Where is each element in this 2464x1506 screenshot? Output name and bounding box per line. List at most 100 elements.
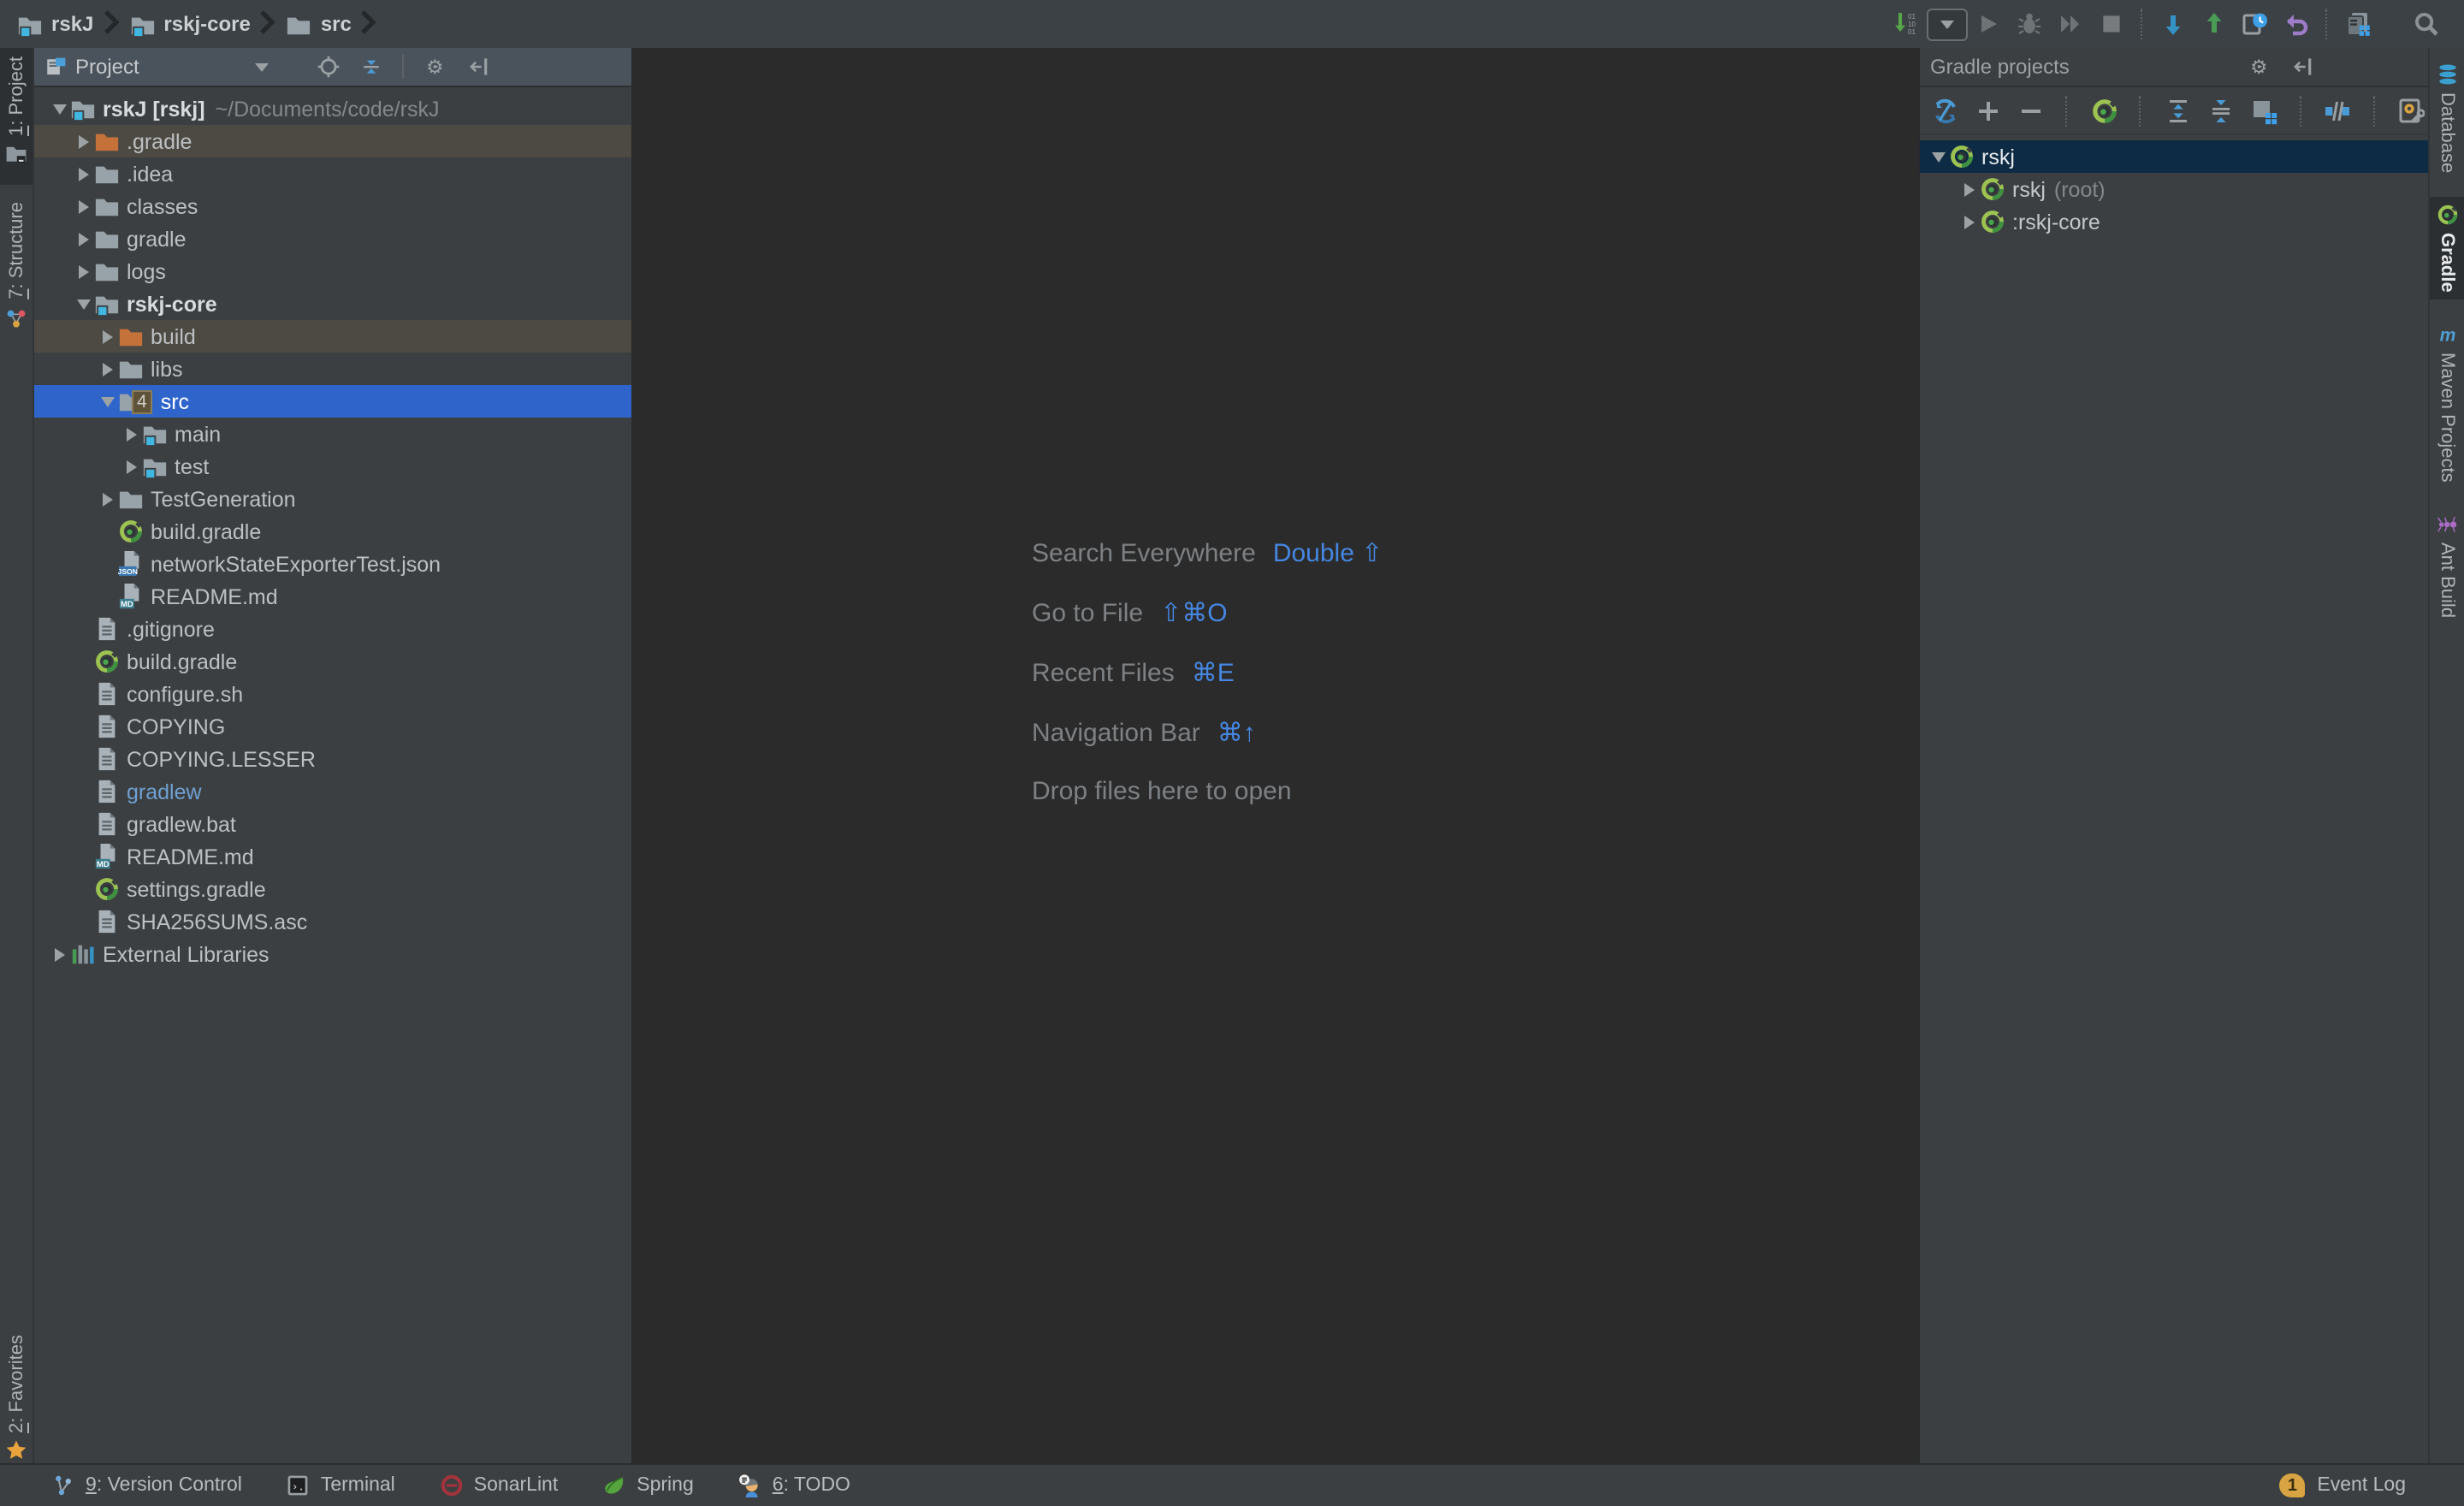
stop-button[interactable] [2091, 3, 2132, 44]
tree-row-libs[interactable]: libs [34, 353, 631, 385]
run-configuration-combo[interactable] [1927, 8, 1968, 40]
tree-row-rskj-core[interactable]: rskj-core [34, 288, 631, 320]
rollback-button[interactable] [2276, 3, 2317, 44]
gradle-tool-window-header[interactable]: Gradle projects ⚙ [1920, 48, 2428, 87]
dependencies-button[interactable] [2248, 90, 2280, 131]
tree-item-label: rskj-core [127, 292, 217, 316]
tree-row-logs[interactable]: logs [34, 255, 631, 288]
hide-button[interactable] [2288, 51, 2319, 82]
tree-expand-icon[interactable] [96, 329, 118, 343]
locate-button[interactable] [314, 51, 345, 82]
tree-row-readme.md[interactable]: MDREADME.md [34, 580, 631, 613]
local-history-button[interactable] [2235, 3, 2276, 44]
toolwindow-button-project[interactable]: 1: Project [0, 48, 33, 185]
breadcrumb-item[interactable]: rskj-core [126, 0, 253, 48]
tree-row-gradle[interactable]: gradle [34, 222, 631, 255]
tree-row-build.gradle[interactable]: build.gradle [34, 515, 631, 548]
breadcrumb-item[interactable]: rskJ [14, 0, 97, 48]
tree-row-configure.sh[interactable]: configure.sh [34, 678, 631, 710]
tree-row-test[interactable]: test [34, 450, 631, 483]
event-log-widget[interactable]: 1 Event Log [2279, 1473, 2464, 1497]
tree-row-copying.lesser[interactable]: COPYING.LESSER [34, 743, 631, 775]
tree-expand-icon[interactable] [48, 947, 70, 961]
coverage-button[interactable] [2050, 3, 2091, 44]
update-sources-button[interactable]: 011001 [1886, 3, 1927, 44]
tree-expand-icon[interactable] [72, 264, 94, 278]
collapse-all-button[interactable] [2205, 90, 2237, 131]
tree-row-gradlew.bat[interactable]: gradlew.bat [34, 808, 631, 840]
status-item-terminal[interactable]: ›.Terminal [287, 1473, 395, 1497]
tree-item-label: main [175, 422, 221, 446]
tree-expand-icon[interactable] [72, 134, 94, 148]
tree-expand-icon[interactable] [96, 492, 118, 506]
tree-row-build[interactable]: build [34, 320, 631, 353]
add-button[interactable] [1971, 90, 2004, 131]
status-item-version-control[interactable]: 9: Version Control [51, 1473, 242, 1497]
expand-all-button[interactable] [2162, 90, 2194, 131]
tree-expand-icon[interactable] [1958, 182, 1980, 196]
tree-item-label: configure.sh [127, 682, 243, 706]
toolwindow-button-maven-projects[interactable]: mMaven Projects [2430, 317, 2464, 489]
refresh-button[interactable] [1928, 90, 1961, 131]
vcs-push-button[interactable] [2194, 3, 2235, 44]
search-everywhere-button[interactable] [2406, 3, 2447, 44]
tree-row-gradlew[interactable]: gradlew [34, 775, 631, 808]
build-settings-button[interactable] [2396, 90, 2428, 131]
tree-row-networkstateexportertest.json[interactable]: JSONnetworkStateExporterTest.json [34, 548, 631, 580]
project-tool-window-header[interactable]: Project ⚙ [34, 48, 631, 87]
gradle-tree-row-rskj[interactable]: rskj [1920, 140, 2428, 173]
debug-button[interactable] [2009, 3, 2050, 44]
tree-row-testgeneration[interactable]: TestGeneration [34, 483, 631, 515]
editor-empty-area[interactable]: Search EverywhereDouble ⇧Go to File⇧⌘ORe… [633, 48, 1918, 1465]
tree-expand-icon[interactable] [1958, 215, 1980, 228]
hide-button[interactable] [465, 51, 495, 82]
chevron-down-icon[interactable] [256, 62, 270, 71]
tree-row-settings.gradle[interactable]: settings.gradle [34, 873, 631, 905]
status-item-spring[interactable]: Spring [602, 1473, 694, 1497]
tree-row-build.gradle[interactable]: build.gradle [34, 645, 631, 678]
tree-collapse-icon[interactable] [48, 104, 70, 114]
run-button[interactable] [1968, 3, 2009, 44]
collapse-all-sm-button[interactable] [357, 51, 388, 82]
tree-expand-icon[interactable] [72, 232, 94, 246]
status-item-sonarlint[interactable]: SonarLint [440, 1473, 558, 1497]
breadcrumb-item[interactable]: src [283, 0, 355, 48]
project-structure-button[interactable] [2337, 3, 2378, 44]
right-tool-stripe: Database Gradle mMaven Projects Ant Build [2428, 48, 2464, 1465]
offline-toggle-button[interactable] [2321, 90, 2354, 131]
tree-row-classes[interactable]: classes [34, 190, 631, 222]
remove-button[interactable] [2015, 90, 2047, 131]
tree-row-.gitignore[interactable]: .gitignore [34, 613, 631, 645]
tree-row-sha256sums.asc[interactable]: SHA256SUMS.asc [34, 905, 631, 938]
toolwindow-button-ant-build[interactable]: Ant Build [2430, 507, 2464, 625]
tree-expand-icon[interactable] [120, 460, 142, 473]
tree-row-.idea[interactable]: .idea [34, 157, 631, 190]
tree-expand-icon[interactable] [96, 362, 118, 376]
settings-button[interactable]: ⚙ [2245, 51, 2276, 82]
tree-row-src[interactable]: 4src [34, 385, 631, 418]
vcs-update-button[interactable] [2153, 3, 2194, 44]
tree-expand-icon[interactable] [120, 427, 142, 441]
tree-collapse-icon[interactable] [1927, 151, 1949, 162]
tree-row-rskj-rskj-[interactable]: rskJ [rskj]~/Documents/code/rskJ [34, 92, 631, 125]
toolwindow-button-structure[interactable]: 7: Structure [0, 202, 33, 330]
tree-row-copying[interactable]: COPYING [34, 710, 631, 743]
tree-collapse-icon[interactable] [72, 299, 94, 309]
toolwindow-button-database[interactable]: Database [2430, 56, 2464, 180]
tree-row-main[interactable]: main [34, 418, 631, 450]
gradle-button[interactable] [2088, 90, 2121, 131]
tree-row-readme.md[interactable]: MDREADME.md [34, 840, 631, 873]
toolwindow-button-gradle[interactable]: Gradle [2430, 197, 2464, 299]
folder-icon [94, 161, 120, 187]
gradle-tree-row-rskj[interactable]: rskj(root) [1920, 173, 2428, 205]
tree-row-.gradle[interactable]: .gradle [34, 125, 631, 157]
settings-button[interactable]: ⚙ [422, 51, 453, 82]
tree-expand-icon[interactable] [72, 167, 94, 181]
tree-collapse-icon[interactable] [96, 396, 118, 406]
run-configuration-combo-button[interactable] [1927, 3, 1968, 44]
toolwindow-button-favorites[interactable]: 2: Favorites [0, 1334, 33, 1462]
status-item-todo[interactable]: 6: TODO [738, 1473, 850, 1497]
tree-expand-icon[interactable] [72, 199, 94, 213]
gradle-tree-row--rskj-core[interactable]: :rskj-core [1920, 205, 2428, 238]
tree-row-external-libraries[interactable]: External Libraries [34, 938, 631, 970]
